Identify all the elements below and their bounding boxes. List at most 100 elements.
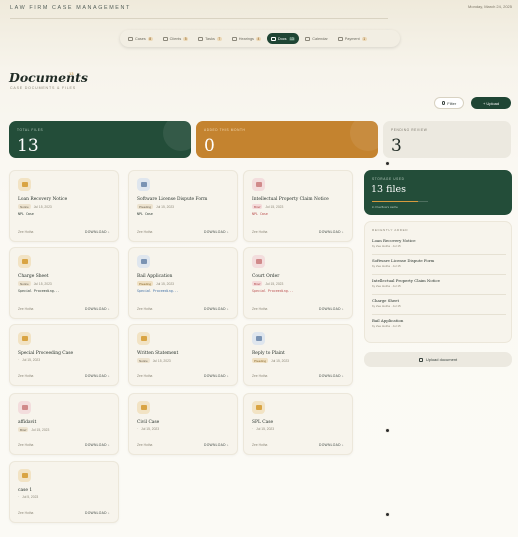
folder-icon	[21, 473, 28, 478]
people-icon	[162, 36, 168, 41]
stat-total-files: TOTAL FILES 13	[9, 121, 191, 158]
status-badge: Brief	[252, 281, 263, 286]
document-name: SPL Case	[252, 420, 274, 425]
document-name: Reply to Plaint	[252, 351, 285, 356]
document-card[interactable]: Written Statement Notice Jul 15, 2023 Zee H…	[128, 324, 238, 386]
file-icon-badge	[18, 255, 31, 268]
calendar-icon	[305, 36, 311, 41]
storage-progress-fill	[372, 201, 418, 203]
file-icon-badge	[18, 401, 31, 414]
nav-count-badge: 1	[361, 36, 367, 41]
recent-item[interactable]: Charge Sheet by Zee Hotha · Jul 15	[372, 295, 506, 315]
nav-item-cases[interactable]: Cases 8	[124, 33, 157, 44]
document-icon	[140, 182, 147, 187]
document-icon	[255, 182, 262, 187]
document-icon	[270, 36, 276, 41]
document-date: Jul 15, 2023	[141, 427, 160, 431]
document-meta: Notice Jul 15, 2023	[18, 204, 52, 209]
document-card[interactable]: SPL Case · Jul 15, 2023 Zee Hotha DOWNLOAD ↓	[243, 393, 353, 455]
document-footer: Zee Hotha DOWNLOAD ↓	[137, 374, 229, 378]
document-date: Jul 15, 2023	[156, 204, 175, 209]
document-meta: Pleading Jul 15, 2023	[252, 358, 289, 363]
document-date: Jul 15, 2023	[33, 281, 52, 286]
status-badge: Notice	[18, 281, 31, 286]
nav-item-clients[interactable]: Clients 5	[159, 33, 193, 44]
document-footer: Zee Hotha DOWNLOAD ↓	[252, 230, 344, 234]
status-badge: Pleading	[137, 281, 154, 286]
document-card[interactable]: Charge Sheet Notice Jul 15, 2023 Special Pr…	[9, 247, 119, 319]
upload-document-button[interactable]: Upload document	[364, 352, 512, 367]
nav-count-badge: 13	[288, 36, 296, 41]
download-button[interactable]: DOWNLOAD ↓	[204, 230, 229, 234]
stat-label: ADDED THIS MONTH	[204, 128, 246, 132]
download-button[interactable]: DOWNLOAD ↓	[204, 374, 229, 378]
document-owner: Zee Hotha	[18, 511, 34, 515]
download-button[interactable]: DOWNLOAD ↓	[85, 374, 110, 378]
document-card[interactable]: affidavit Brief Jul 15, 2023 Zee Hotha DOWNL…	[9, 393, 119, 455]
search-icon	[441, 101, 446, 105]
document-card[interactable]: Intellectual Property Claim Notice Brief J…	[243, 170, 353, 242]
document-footer: Zee Hotha DOWNLOAD ↓	[18, 443, 110, 447]
folder-icon	[255, 405, 262, 410]
document-card[interactable]: Software License Dispute Form Pleading Jul…	[128, 170, 238, 242]
download-button[interactable]: DOWNLOAD ↓	[85, 230, 110, 234]
file-icon-badge	[137, 401, 150, 414]
download-button[interactable]: DOWNLOAD ↓	[319, 230, 344, 234]
document-owner: Zee Hotha	[252, 443, 268, 447]
recent-item[interactable]: Loan Recovery Notice by Zee Hotha · Jul …	[372, 235, 506, 255]
document-card[interactable]: Bail Application Pleading Jul 15, 2023 Spec…	[128, 247, 238, 319]
folder-icon	[21, 182, 28, 187]
nav-item-tasks[interactable]: Tasks 7	[194, 33, 226, 44]
folder-icon	[21, 336, 28, 341]
document-name: Special Proceeding Case	[18, 351, 74, 356]
filter-button[interactable]: Filter	[434, 97, 464, 109]
page-title: Documents	[9, 70, 88, 85]
document-card[interactable]: Court Order Brief Jul 15, 2023 Special Proc…	[243, 247, 353, 319]
download-button[interactable]: DOWNLOAD ↓	[319, 307, 344, 311]
file-icon-badge	[18, 469, 31, 482]
recent-item[interactable]: Bail Application by Zee Hotha · Jul 15	[372, 315, 506, 335]
nav-label: Docs	[277, 36, 287, 41]
document-name: Charge Sheet	[18, 274, 49, 279]
document-meta: Brief Jul 15, 2023	[252, 204, 283, 209]
document-footer: Zee Hotha DOWNLOAD ↓	[252, 374, 344, 378]
document-card[interactable]: Loan Recovery Notice Notice Jul 15, 2023 NP…	[9, 170, 119, 242]
nav-item-docs[interactable]: Docs 13	[266, 33, 300, 44]
download-button[interactable]: DOWNLOAD ↓	[85, 443, 110, 447]
download-button[interactable]: DOWNLOAD ↓	[85, 511, 110, 515]
download-button[interactable]: DOWNLOAD ↓	[319, 374, 344, 378]
upload-button[interactable]: + Upload	[471, 97, 511, 109]
download-button[interactable]: DOWNLOAD ↓	[319, 443, 344, 447]
document-owner: Zee Hotha	[252, 307, 268, 311]
document-card[interactable]: Civil Case · Jul 15, 2023 Zee Hotha DOWNLOAD…	[128, 393, 238, 455]
document-meta: · Jul 15, 2023	[252, 427, 274, 431]
nav-count-badge: 8	[147, 36, 153, 41]
document-card[interactable]: Reply to Plaint Pleading Jul 15, 2023 Zee H…	[243, 324, 353, 386]
nav-item-hearings[interactable]: Hearings 4	[228, 33, 265, 44]
document-card[interactable]: case 1 · Jul 5, 2023 Zee Hotha DOWNLOAD ↓	[9, 461, 119, 523]
storage-label: STORAGE USED	[372, 177, 405, 181]
recent-item[interactable]: Software License Dispute Form by Zee Hot…	[372, 255, 506, 275]
download-button[interactable]: DOWNLOAD ↓	[204, 307, 229, 311]
nav-item-payment[interactable]: Payment 1	[334, 33, 371, 44]
document-meta: Notice Jul 15, 2023	[137, 358, 171, 363]
stat-value: 13	[17, 136, 39, 156]
nav-item-calendar[interactable]: Calendar	[301, 33, 331, 44]
separator: ·	[18, 358, 20, 362]
document-card[interactable]: Special Proceeding Case · Jul 15, 2023 Zee …	[9, 324, 119, 386]
download-button[interactable]: DOWNLOAD ↓	[204, 443, 229, 447]
document-footer: Zee Hotha DOWNLOAD ↓	[137, 230, 229, 234]
recent-item[interactable]: Intellectual Property Claim Notice by Ze…	[372, 275, 506, 295]
recent-label: RECENTLY ADDED	[372, 228, 409, 232]
file-icon-badge	[252, 178, 265, 191]
status-badge: Pleading	[252, 358, 269, 363]
document-icon	[21, 405, 28, 410]
document-meta: Pleading Jul 15, 2023	[137, 281, 174, 286]
recent-item-name: Charge Sheet	[372, 298, 400, 303]
document-owner: Zee Hotha	[18, 307, 34, 311]
filter-button-label: Filter	[447, 100, 457, 106]
document-date: Jul 15, 2023	[22, 358, 41, 362]
upload-icon	[418, 357, 423, 362]
file-icon-badge	[137, 332, 150, 345]
download-button[interactable]: DOWNLOAD ↓	[85, 307, 110, 311]
